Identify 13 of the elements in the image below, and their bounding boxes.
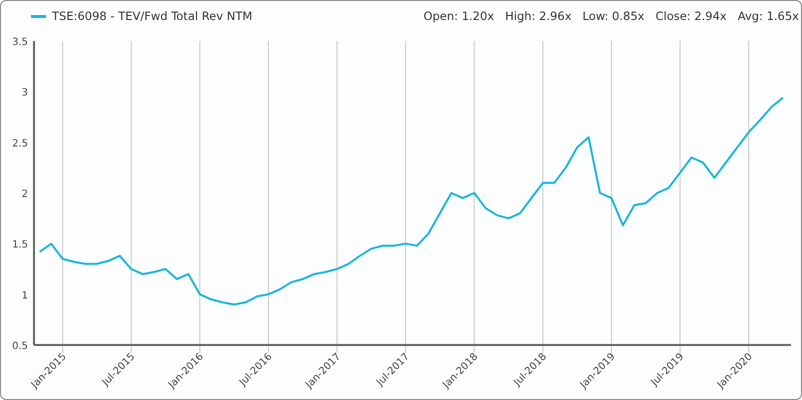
stat-text: Open: 1.20x xyxy=(423,9,494,23)
y-axis-label: 1.5 xyxy=(12,240,28,251)
stat-text: Low: 0.85x xyxy=(582,9,644,23)
y-axis-label: 2.5 xyxy=(12,138,28,150)
y-axis-label: 1 xyxy=(22,290,28,302)
y-axis-label: 2 xyxy=(22,189,28,200)
stat-text: Avg: 1.65x xyxy=(738,9,799,23)
y-axis-label: 3 xyxy=(22,88,28,99)
legend-label: TSE:6098 - TEV/Fwd Total Rev NTM xyxy=(52,9,252,23)
y-axis-label: 0.5 xyxy=(12,341,28,352)
stat-text: High: 2.96x xyxy=(505,9,572,23)
y-axis-label: 3.5 xyxy=(12,37,28,48)
stat-text: Close: 2.94x xyxy=(655,9,727,23)
